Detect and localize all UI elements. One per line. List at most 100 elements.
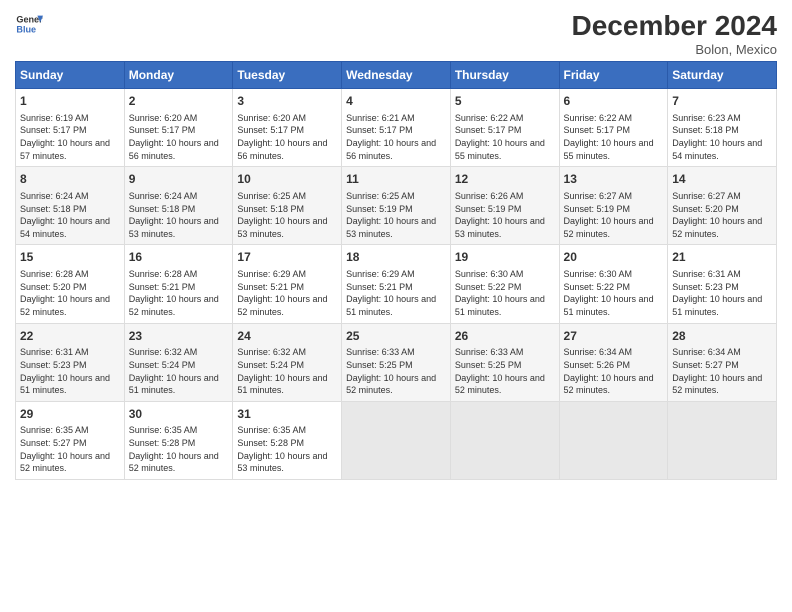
sunset-text: Sunset: 5:21 PM <box>237 282 304 292</box>
day-number: 25 <box>346 328 446 345</box>
table-row: 5Sunrise: 6:22 AMSunset: 5:17 PMDaylight… <box>450 89 559 167</box>
daylight-text: Daylight: 10 hours and 53 minutes. <box>455 216 545 239</box>
table-row: 23Sunrise: 6:32 AMSunset: 5:24 PMDayligh… <box>124 323 233 401</box>
day-number: 7 <box>672 93 772 110</box>
sunrise-text: Sunrise: 6:27 AM <box>564 191 633 201</box>
sunset-text: Sunset: 5:17 PM <box>564 125 631 135</box>
day-number: 14 <box>672 171 772 188</box>
sunset-text: Sunset: 5:19 PM <box>346 204 413 214</box>
sunset-text: Sunset: 5:24 PM <box>129 360 196 370</box>
title-block: December 2024 Bolon, Mexico <box>572 10 777 57</box>
daylight-text: Daylight: 10 hours and 52 minutes. <box>346 373 436 396</box>
day-number: 12 <box>455 171 555 188</box>
table-row: 14 Sunrise: 6:27 AM Sunset: 5:20 PM Dayligh… <box>668 167 777 245</box>
sunset-text: Sunset: 5:18 PM <box>237 204 304 214</box>
table-row: 31Sunrise: 6:35 AMSunset: 5:28 PMDayligh… <box>233 401 342 479</box>
daylight-text: Daylight: 10 hours and 52 minutes. <box>672 373 762 396</box>
header-saturday: Saturday <box>668 62 777 89</box>
header: General Blue December 2024 Bolon, Mexico <box>15 10 777 57</box>
sunset-text: Sunset: 5:20 PM <box>672 204 739 214</box>
sunset-text: Sunset: 5:21 PM <box>346 282 413 292</box>
table-row: 25Sunrise: 6:33 AMSunset: 5:25 PMDayligh… <box>342 323 451 401</box>
sunrise-text: Sunrise: 6:22 AM <box>455 113 524 123</box>
day-number: 15 <box>20 249 120 266</box>
table-row <box>668 401 777 479</box>
sunset-text: Sunset: 5:18 PM <box>20 204 87 214</box>
day-number: 2 <box>129 93 229 110</box>
daylight-text: Daylight: 10 hours and 54 minutes. <box>672 138 762 161</box>
sunset-text: Sunset: 5:19 PM <box>564 204 631 214</box>
day-number: 26 <box>455 328 555 345</box>
table-row: 2Sunrise: 6:20 AMSunset: 5:17 PMDaylight… <box>124 89 233 167</box>
table-row: 3Sunrise: 6:20 AMSunset: 5:17 PMDaylight… <box>233 89 342 167</box>
sunrise-text: Sunrise: 6:21 AM <box>346 113 415 123</box>
day-number: 23 <box>129 328 229 345</box>
sunset-text: Sunset: 5:27 PM <box>20 438 87 448</box>
day-number: 4 <box>346 93 446 110</box>
day-number: 11 <box>346 171 446 188</box>
svg-text:Blue: Blue <box>16 24 36 34</box>
table-row: 19Sunrise: 6:30 AMSunset: 5:22 PMDayligh… <box>450 245 559 323</box>
sunrise-text: Sunrise: 6:26 AM <box>455 191 524 201</box>
sunset-text: Sunset: 5:17 PM <box>20 125 87 135</box>
sunrise-text: Sunrise: 6:31 AM <box>20 347 89 357</box>
logo-icon: General Blue <box>15 10 43 38</box>
daylight-text: Daylight: 10 hours and 56 minutes. <box>346 138 436 161</box>
sunset-text: Sunset: 5:28 PM <box>237 438 304 448</box>
sunset-text: Sunset: 5:22 PM <box>564 282 631 292</box>
table-row: 7Sunrise: 6:23 AMSunset: 5:18 PMDaylight… <box>668 89 777 167</box>
sunrise-text: Sunrise: 6:32 AM <box>237 347 306 357</box>
sunrise-text: Sunrise: 6:25 AM <box>237 191 306 201</box>
daylight-text: Daylight: 10 hours and 52 minutes. <box>672 216 762 239</box>
table-row: 20Sunrise: 6:30 AMSunset: 5:22 PMDayligh… <box>559 245 668 323</box>
header-tuesday: Tuesday <box>233 62 342 89</box>
sunrise-text: Sunrise: 6:24 AM <box>129 191 198 201</box>
day-number: 24 <box>237 328 337 345</box>
sunset-text: Sunset: 5:17 PM <box>455 125 522 135</box>
daylight-text: Daylight: 10 hours and 52 minutes. <box>564 373 654 396</box>
daylight-text: Daylight: 10 hours and 52 minutes. <box>237 294 327 317</box>
logo: General Blue <box>15 10 43 38</box>
sunrise-text: Sunrise: 6:27 AM <box>672 191 741 201</box>
day-number: 19 <box>455 249 555 266</box>
calendar-week-row: 29 Sunrise: 6:35 AM Sunset: 5:27 PM Dayligh… <box>16 401 777 479</box>
daylight-text: Daylight: 10 hours and 54 minutes. <box>20 216 110 239</box>
sunset-text: Sunset: 5:17 PM <box>346 125 413 135</box>
daylight-text: Daylight: 10 hours and 53 minutes. <box>346 216 436 239</box>
table-row: 30Sunrise: 6:35 AMSunset: 5:28 PMDayligh… <box>124 401 233 479</box>
sunset-text: Sunset: 5:19 PM <box>455 204 522 214</box>
table-row: 21Sunrise: 6:31 AMSunset: 5:23 PMDayligh… <box>668 245 777 323</box>
day-number: 31 <box>237 406 337 423</box>
table-row: 15Sunrise: 6:28 AMSunset: 5:20 PMDayligh… <box>16 245 125 323</box>
day-number: 6 <box>564 93 664 110</box>
header-friday: Friday <box>559 62 668 89</box>
header-sunday: Sunday <box>16 62 125 89</box>
table-row: 27Sunrise: 6:34 AMSunset: 5:26 PMDayligh… <box>559 323 668 401</box>
sunrise-text: Sunrise: 6:29 AM <box>346 269 415 279</box>
sunset-text: Sunset: 5:23 PM <box>20 360 87 370</box>
day-number: 3 <box>237 93 337 110</box>
table-row: 22Sunrise: 6:31 AMSunset: 5:23 PMDayligh… <box>16 323 125 401</box>
table-row <box>450 401 559 479</box>
daylight-text: Daylight: 10 hours and 53 minutes. <box>237 216 327 239</box>
weekday-header-row: Sunday Monday Tuesday Wednesday Thursday… <box>16 62 777 89</box>
daylight-text: Daylight: 10 hours and 51 minutes. <box>346 294 436 317</box>
daylight-text: Daylight: 10 hours and 53 minutes. <box>237 451 327 474</box>
sunrise-text: Sunrise: 6:19 AM <box>20 113 89 123</box>
table-row: 29Sunrise: 6:35 AMSunset: 5:27 PMDayligh… <box>16 401 125 479</box>
day-number: 21 <box>672 249 772 266</box>
sunset-text: Sunset: 5:21 PM <box>129 282 196 292</box>
sunrise-text: Sunrise: 6:20 AM <box>237 113 306 123</box>
day-number: 30 <box>129 406 229 423</box>
sunrise-text: Sunrise: 6:20 AM <box>129 113 198 123</box>
sunrise-text: Sunrise: 6:34 AM <box>564 347 633 357</box>
daylight-text: Daylight: 10 hours and 51 minutes. <box>564 294 654 317</box>
sunrise-text: Sunrise: 6:34 AM <box>672 347 741 357</box>
daylight-text: Daylight: 10 hours and 55 minutes. <box>455 138 545 161</box>
sunset-text: Sunset: 5:17 PM <box>129 125 196 135</box>
sunset-text: Sunset: 5:20 PM <box>20 282 87 292</box>
day-number: 10 <box>237 171 337 188</box>
sunset-text: Sunset: 5:24 PM <box>237 360 304 370</box>
sunrise-text: Sunrise: 6:35 AM <box>20 425 89 435</box>
day-number: 29 <box>20 406 120 423</box>
